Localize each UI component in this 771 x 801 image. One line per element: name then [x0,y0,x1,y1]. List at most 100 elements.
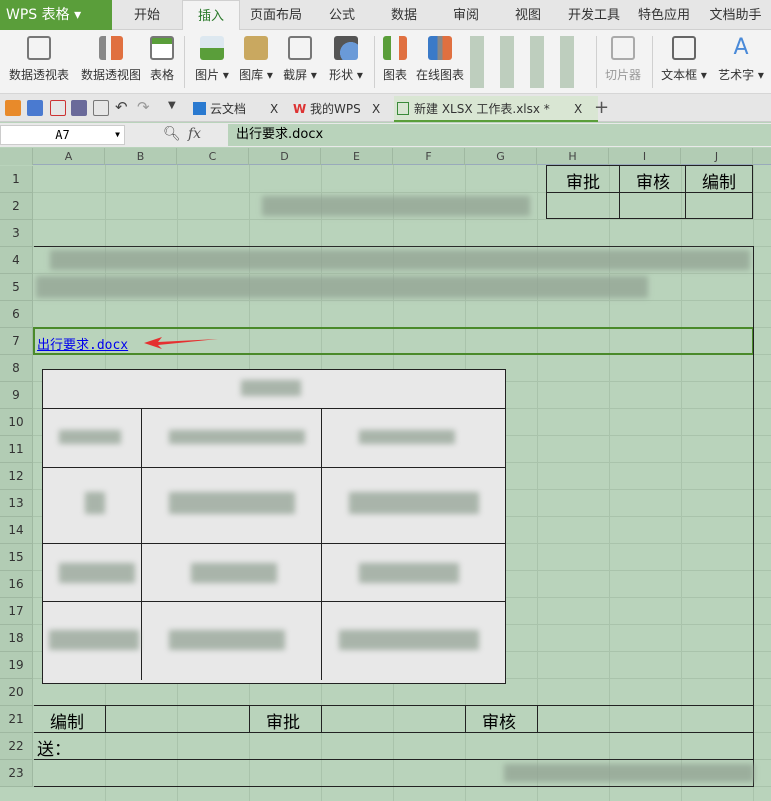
cell-a21[interactable]: 编制 [50,708,84,733]
online-chart-button[interactable]: 在线图表 [414,36,466,83]
label: 形状 ▾ [329,68,363,82]
row-header-6[interactable]: 6 [0,301,33,328]
column-header-F[interactable]: F [393,148,465,165]
close-icon[interactable]: X [574,96,582,122]
slicer-button[interactable]: 切片器 [602,36,644,83]
print-icon[interactable] [71,100,87,116]
column-header-I[interactable]: I [609,148,681,165]
row-header-22[interactable]: 22 [0,733,33,760]
tab-doc-assistant[interactable]: 文档助手 [700,0,771,30]
redacted-text [50,250,750,270]
cell-ref: A7 [55,128,70,142]
row-header-20[interactable]: 20 [0,679,33,706]
shapes-button[interactable]: 形状 ▾ [324,36,368,83]
tab-data[interactable]: 数据 [372,0,436,30]
tab-home[interactable]: 开始 [112,0,182,30]
cloud-doc-icon [193,102,206,115]
row-header-8[interactable]: 8 [0,355,33,382]
cell-g21[interactable]: 审核 [482,708,516,733]
logo-text: WPS 表格 [6,7,70,23]
row-header-10[interactable]: 10 [0,409,33,436]
column-header-D[interactable]: D [249,148,321,165]
row-header-9[interactable]: 9 [0,382,33,409]
undo-icon[interactable]: ↶ [115,100,131,116]
doc-tab-xlsx[interactable]: 新建 XLSX 工作表.xlsx * X [394,96,598,122]
customize-dropdown-icon[interactable]: ▼ [168,100,184,116]
hyperlink-docx[interactable]: 出行要求.docx [37,334,128,353]
row-header-17[interactable]: 17 [0,598,33,625]
export-pdf-icon[interactable] [50,100,66,116]
tab-page-layout[interactable]: 页面布局 [240,0,312,30]
tab-formulas[interactable]: 公式 [312,0,372,30]
cell-h1[interactable]: 审批 [566,168,600,193]
wordart-button[interactable]: A 艺术字 ▾ [714,36,768,83]
doc-tab-cloud[interactable]: 云文档 X [190,96,285,122]
label: 我的WPS [310,102,361,116]
new-tab-button[interactable]: + [594,97,609,118]
formula-input[interactable]: 出行要求.docx [228,124,771,146]
divider [652,36,653,88]
column-header-G[interactable]: G [465,148,537,165]
row-header-7[interactable]: 7 [0,328,33,355]
tab-insert[interactable]: 插入 [182,0,240,30]
column-header-H[interactable]: H [537,148,609,165]
close-icon[interactable]: X [270,96,278,122]
row-header-4[interactable]: 4 [0,247,33,274]
row-header-1[interactable]: 1 [0,166,33,193]
cell-d21[interactable]: 审批 [266,708,300,733]
row-header-23[interactable]: 23 [0,760,33,787]
wps-logo-menu[interactable]: WPS 表格 ▾ [0,0,112,30]
row-header-18[interactable]: 18 [0,625,33,652]
slicer-icon [611,36,635,60]
row-header-5[interactable]: 5 [0,274,33,301]
fx-icon[interactable]: fx [188,126,201,142]
tab-view[interactable]: 视图 [496,0,560,30]
select-all-corner[interactable] [0,148,33,165]
row-header-12[interactable]: 12 [0,463,33,490]
chart-type-gallery[interactable] [470,36,590,88]
xlsx-icon [397,102,409,115]
label: 云文档 [210,102,247,116]
table-button[interactable]: 表格 [146,36,178,83]
gridline [33,300,771,301]
row-header-13[interactable]: 13 [0,490,33,517]
column-header-C[interactable]: C [177,148,249,165]
gallery-button[interactable]: 图库 ▾ [236,36,276,83]
tab-review[interactable]: 审阅 [436,0,496,30]
close-icon[interactable]: X [372,96,380,122]
picture-button[interactable]: 图片 ▾ [192,36,232,83]
row-header-21[interactable]: 21 [0,706,33,733]
online-chart-icon [428,36,452,60]
cell-j1[interactable]: 编制 [702,168,736,193]
textbox-button[interactable]: 文本框 ▾ [658,36,710,83]
row-header-16[interactable]: 16 [0,571,33,598]
row-header-2[interactable]: 2 [0,193,33,220]
chart-button[interactable]: 图表 [380,36,410,83]
column-header-E[interactable]: E [321,148,393,165]
save-icon[interactable] [27,100,43,116]
tab-special[interactable]: 特色应用 [628,0,700,30]
doc-tab-mywps[interactable]: W 我的WPS X [290,96,385,122]
pivot-chart-button[interactable]: 数据透视图 [78,36,144,83]
row-header-3[interactable]: 3 [0,220,33,247]
row-header-15[interactable]: 15 [0,544,33,571]
column-header-B[interactable]: B [105,148,177,165]
red-arrow-annotation [144,337,218,349]
print-preview-icon[interactable] [93,100,109,116]
column-header-J[interactable]: J [681,148,753,165]
row-header-11[interactable]: 11 [0,436,33,463]
divider [374,36,375,88]
cell-a22[interactable]: 送： [37,735,71,760]
screenshot-button[interactable]: 截屏 ▾ [280,36,320,83]
pivot-table-button[interactable]: 数据透视表 [6,36,72,83]
open-folder-icon[interactable] [5,100,21,116]
zoom-function-icon[interactable]: 🔍︎ [163,126,181,142]
row-header-19[interactable]: 19 [0,652,33,679]
name-box[interactable]: A7 ▼ [0,125,125,145]
tab-developer[interactable]: 开发工具 [560,0,628,30]
row-header-14[interactable]: 14 [0,517,33,544]
redo-icon[interactable]: ↷ [137,100,153,116]
column-header-A[interactable]: A [33,148,105,165]
chevron-down-icon[interactable]: ▼ [115,126,120,144]
cell-i1[interactable]: 审核 [636,168,670,193]
